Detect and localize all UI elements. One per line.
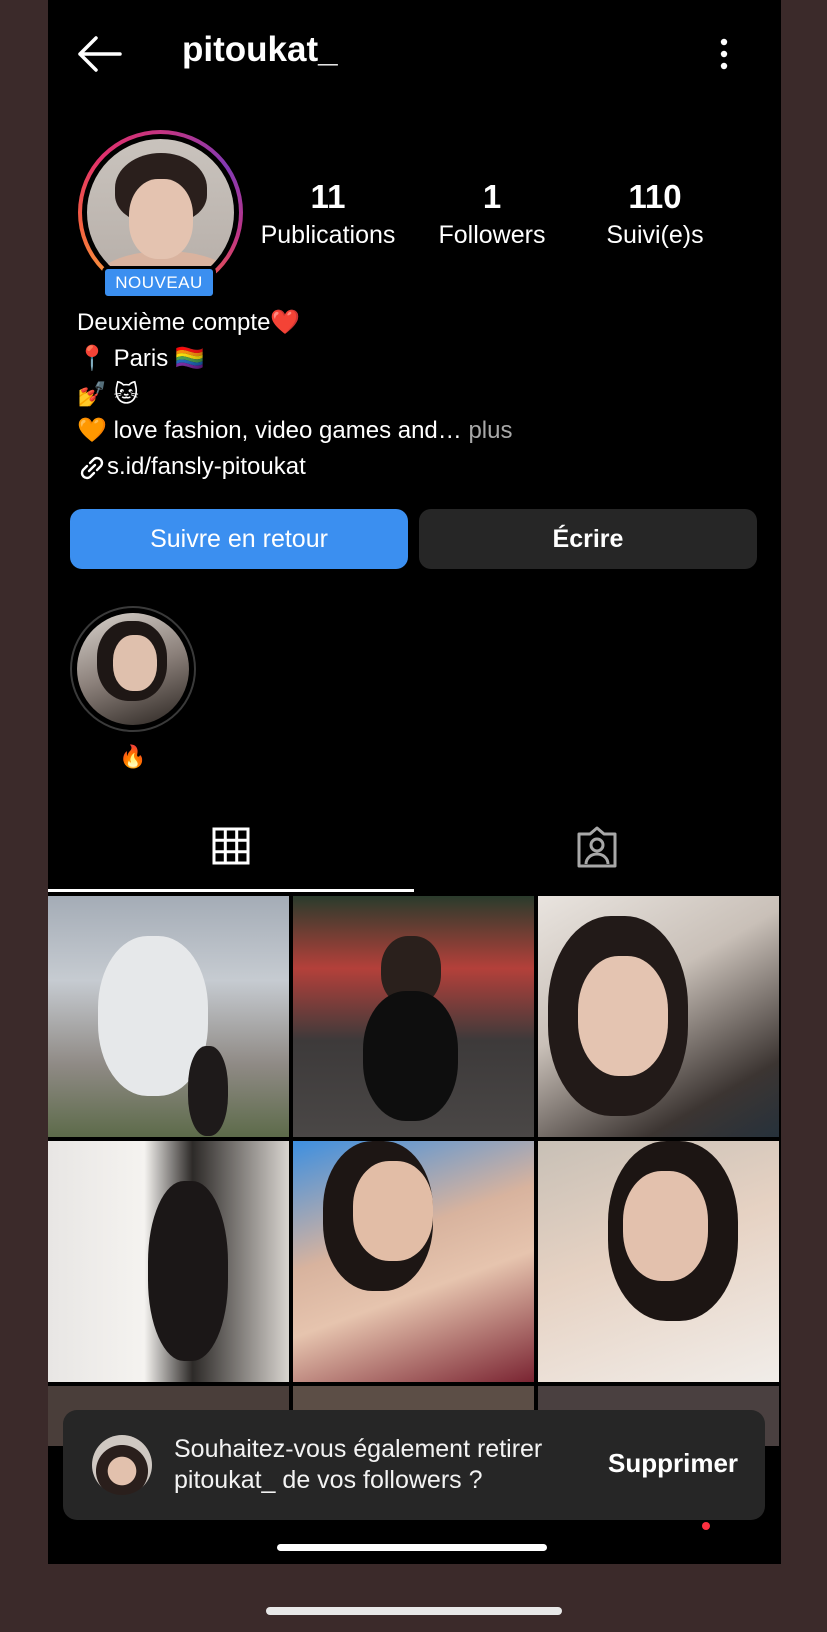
post-thumbnail[interactable] [293, 1141, 534, 1382]
grid-icon [212, 827, 250, 865]
snackbar-avatar [92, 1435, 152, 1495]
system-home-indicator[interactable] [266, 1607, 562, 1615]
phone-screen: pitoukat_ NOUVEAU 11 Publications 1 Foll… [48, 0, 781, 1564]
orange-heart-emoji: 🧡 [77, 417, 107, 444]
post-thumbnail[interactable] [48, 1141, 289, 1382]
bio-text: love fashion, video games and… [113, 417, 462, 444]
bio-text: Paris [113, 345, 169, 372]
follow-back-button[interactable]: Suivre en retour [70, 509, 408, 569]
tagged-person-icon [577, 826, 617, 868]
stat-followers[interactable]: 1 Followers [412, 178, 572, 254]
more-options-icon[interactable] [712, 34, 736, 74]
top-bar: pitoukat_ [48, 0, 781, 105]
bio-text: Deuxième compte [77, 309, 271, 336]
stat-value: 11 [310, 178, 346, 215]
message-button[interactable]: Écrire [419, 509, 757, 569]
bio-link-row[interactable]: s.id/fansly-pitoukat [77, 449, 512, 485]
tab-posts-grid[interactable] [48, 800, 414, 892]
bio-line: 🧡 love fashion, video games and… plus [77, 413, 512, 449]
new-badge: NOUVEAU [102, 266, 216, 299]
bio-line: 📍 Paris 🏳️‍🌈 [77, 341, 512, 377]
red-heart-emoji: ❤️ [270, 309, 301, 336]
stat-publications[interactable]: 11 Publications [248, 178, 408, 254]
stat-label: Followers [438, 221, 546, 249]
notification-dot [702, 1522, 710, 1530]
stat-following[interactable]: 110 Suivi(e)s [575, 178, 735, 254]
bio-line: Deuxième compte❤️ [77, 305, 512, 341]
bio-line: 💅 🐱 [77, 377, 512, 413]
stat-label: Publications [260, 221, 396, 249]
profile-username: pitoukat_ [182, 30, 338, 69]
app-home-indicator[interactable] [277, 1544, 547, 1551]
post-thumbnail[interactable] [293, 896, 534, 1137]
cat-emoji: 🐱 [113, 381, 139, 408]
profile-bio: Deuxième compte❤️ 📍 Paris 🏳️‍🌈 💅 🐱 🧡 lov… [77, 305, 512, 485]
remove-button[interactable]: Supprimer [608, 1448, 738, 1479]
stat-value: 110 [628, 178, 682, 215]
post-thumbnail[interactable] [538, 1141, 779, 1382]
nail-polish-emoji: 💅 [77, 381, 107, 408]
avatar-photo [87, 139, 234, 286]
highlight-label: 🔥 [119, 744, 147, 769]
bio-link[interactable]: s.id/fansly-pitoukat [107, 453, 306, 480]
post-thumbnail[interactable] [538, 896, 779, 1137]
link-icon [80, 456, 104, 479]
highlight-cover [77, 613, 189, 725]
tab-tagged[interactable] [414, 800, 780, 892]
pin-emoji: 📍 [77, 345, 107, 372]
stat-value: 1 [482, 178, 502, 215]
back-arrow-icon[interactable] [76, 34, 122, 74]
remove-follower-snackbar: Souhaitez-vous également retirer pitouka… [63, 1410, 765, 1520]
story-highlight[interactable] [70, 606, 196, 732]
post-thumbnail[interactable] [48, 896, 289, 1137]
profile-tabs [48, 800, 781, 892]
snackbar-message: Souhaitez-vous également retirer pitouka… [174, 1435, 543, 1494]
stat-label: Suivi(e)s [606, 221, 704, 249]
rainbow-flag-emoji: 🏳️‍🌈 [174, 345, 205, 372]
bio-more-link[interactable]: plus [468, 417, 512, 444]
